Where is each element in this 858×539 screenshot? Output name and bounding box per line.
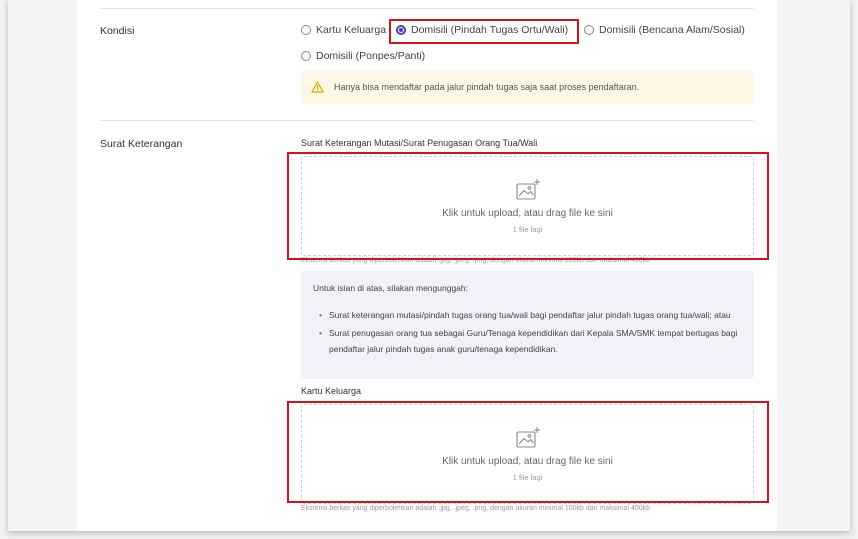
info-list: Surat keterangan mutasi/pindah tugas ora… <box>313 307 742 357</box>
radio-label: Domisili (Bencana Alam/Sosial) <box>599 24 745 36</box>
info-box: Untuk isian di atas, silakan mengunggah:… <box>301 271 754 379</box>
highlight-selected-option <box>389 19 579 44</box>
radio-domisili-bencana[interactable]: Domisili (Bencana Alam/Sosial) <box>584 24 745 36</box>
radio-label: Domisili (Ponpes/Panti) <box>316 50 426 62</box>
upload-kk-label: Kartu Keluarga <box>301 386 362 396</box>
warning-text: Hanya bisa mendaftar pada jalur pindah t… <box>334 82 640 92</box>
highlight-upload-mutasi <box>287 152 769 260</box>
warning-banner: Hanya bisa mendaftar pada jalur pindah t… <box>301 70 754 104</box>
radio-kartu-keluarga[interactable]: Kartu Keluarga <box>301 24 386 36</box>
info-item: Surat keterangan mutasi/pindah tugas ora… <box>319 307 742 323</box>
radio-indicator <box>301 51 311 61</box>
kondisi-label: Kondisi <box>100 25 135 37</box>
warning-icon <box>311 81 324 93</box>
radio-indicator <box>584 25 594 35</box>
radio-label: Kartu Keluarga <box>316 24 387 36</box>
top-divider <box>100 8 754 9</box>
info-item: Surat penugasan orang tua sebagai Guru/T… <box>319 325 742 357</box>
radio-domisili-ponpes[interactable]: Domisili (Ponpes/Panti) <box>301 50 425 62</box>
highlight-upload-kk <box>287 401 769 503</box>
upload-mutasi-label: Surat Keterangan Mutasi/Surat Penugasan … <box>301 138 538 148</box>
radio-indicator <box>301 25 311 35</box>
section-divider <box>100 120 754 121</box>
surat-keterangan-label: Surat Keterangan <box>100 138 183 150</box>
info-intro: Untuk isian di atas, silakan mengunggah: <box>313 283 468 293</box>
upload-hint-kk: Ekstensi berkas yang diperbolehkan adala… <box>301 505 651 512</box>
